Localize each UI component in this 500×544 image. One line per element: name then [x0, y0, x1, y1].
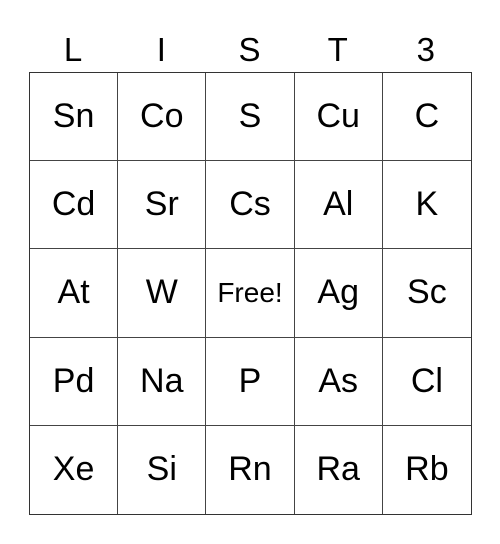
bingo-cell[interactable]: Rb	[383, 426, 471, 514]
bingo-card: Sn Co S Cu C Cd Sr Cs Al K At W Free! Ag…	[29, 72, 472, 515]
bingo-cell[interactable]: At	[30, 249, 119, 338]
bingo-cell[interactable]: C	[382, 73, 471, 162]
header-letter: I	[156, 31, 166, 68]
bingo-cell[interactable]: S	[206, 73, 295, 162]
header-letter: S	[238, 31, 261, 68]
bingo-cell[interactable]: Cs	[206, 161, 295, 250]
header-letter: T	[327, 31, 348, 68]
bingo-cell[interactable]: Ag	[294, 249, 383, 338]
bingo-cell[interactable]: Na	[118, 337, 207, 426]
bingo-cell[interactable]: Cd	[30, 161, 119, 250]
bingo-cell[interactable]: Cu	[294, 73, 383, 162]
bingo-cell[interactable]: Co	[118, 73, 207, 162]
bingo-cell[interactable]: K	[382, 161, 471, 250]
bingo-cell[interactable]: Al	[294, 161, 383, 250]
bingo-cell[interactable]: Xe	[30, 425, 119, 514]
bingo-cell[interactable]: Rn	[206, 425, 295, 514]
bingo-cell[interactable]: Sr	[118, 161, 207, 250]
bingo-cell[interactable]: Ra	[295, 425, 383, 514]
header-letter: 3	[416, 31, 436, 68]
bingo-cell[interactable]: Pd	[30, 337, 119, 426]
free-space-cell[interactable]: Free!	[206, 249, 295, 338]
bingo-cell[interactable]: Sc	[382, 249, 471, 338]
bingo-cell[interactable]: As	[294, 337, 383, 426]
bingo-cell[interactable]: Cl	[382, 338, 471, 426]
bingo-cell[interactable]: Si	[118, 425, 207, 514]
bingo-header: L I S T 3	[29, 28, 471, 72]
bingo-cell[interactable]: W	[118, 249, 207, 338]
bingo-cell[interactable]: P	[206, 337, 295, 426]
bingo-cell[interactable]: Sn	[30, 73, 119, 162]
header-letter: L	[63, 31, 83, 68]
